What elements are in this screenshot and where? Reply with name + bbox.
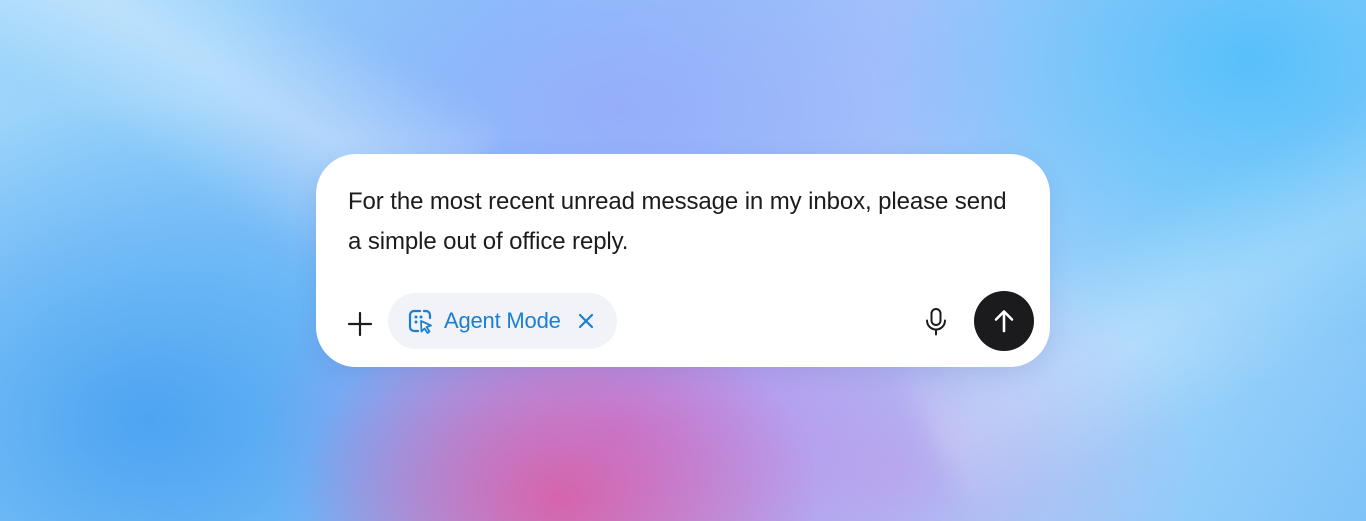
arrow-up-icon [994,310,1014,333]
prompt-composer: For the most recent unread message in my… [316,154,1050,367]
remove-mode-button[interactable] [575,310,597,332]
microphone-icon [926,308,946,336]
agent-mode-chip[interactable]: Agent Mode [388,293,617,349]
agent-mode-label: Agent Mode [444,308,561,333]
add-button[interactable] [340,304,380,344]
send-button[interactable] [974,291,1034,351]
microphone-button[interactable] [916,302,956,342]
plus-icon [347,311,373,337]
prompt-input[interactable]: For the most recent unread message in my… [348,182,1008,262]
agent-cursor-icon [406,307,434,335]
close-icon [578,313,593,329]
desktop-background: For the most recent unread message in my… [0,0,1366,521]
